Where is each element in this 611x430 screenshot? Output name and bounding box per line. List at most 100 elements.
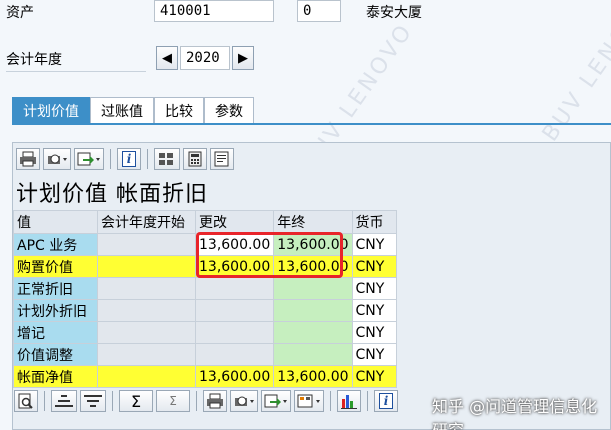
toolbar-separator [110, 149, 111, 169]
toolbar-separator [330, 391, 331, 411]
subtotal-icon: Σ [169, 394, 177, 408]
asset-label: 资产 [6, 5, 34, 21]
watermark-text: 知乎 @问道管理信息化研究 [432, 397, 598, 430]
arrow-left-icon: ◀ [162, 50, 172, 66]
fy-start-cell[interactable] [97, 321, 196, 344]
change-cell[interactable] [194, 343, 275, 366]
fy-start-cell[interactable] [97, 277, 196, 300]
annotation-highlight-box [196, 232, 343, 278]
asset-number-field[interactable]: 410001 [154, 0, 274, 22]
magnifier-icon [18, 393, 33, 409]
sort-descending-icon [84, 395, 102, 407]
column-header-fy-start[interactable]: 会计年度开始 [97, 210, 196, 234]
toolbar-separator [44, 391, 45, 411]
print-icon [207, 393, 223, 409]
export-icon [77, 152, 100, 166]
sort-ascending-button[interactable] [51, 390, 77, 412]
row-label: 帐面净值 [13, 365, 98, 388]
print-preview-icon [235, 396, 254, 406]
toolbar-separator [147, 149, 148, 169]
layout-icon [159, 153, 173, 165]
export-button[interactable] [74, 148, 104, 170]
tab-comparison[interactable]: 比较 [154, 97, 204, 123]
table-header-row: 值 会计年度开始 更改 年终 货币 [13, 210, 397, 234]
calculator-button[interactable] [183, 148, 207, 170]
currency-cell: CNY [351, 277, 397, 300]
row-label: 购置价值 [13, 255, 98, 278]
currency-cell: CNY [351, 343, 397, 366]
fy-start-cell[interactable] [97, 343, 196, 366]
info-icon: i [121, 151, 137, 167]
row-label: 增记 [13, 321, 98, 344]
year-end-cell[interactable] [273, 343, 353, 366]
currency-cell: CNY [351, 299, 397, 322]
currency-cell: CNY [351, 233, 397, 256]
next-year-button[interactable]: ▶ [232, 46, 254, 70]
table-row: 正常折旧 CNY [13, 277, 397, 300]
subtotal-button[interactable]: Σ [156, 390, 190, 412]
year-end-cell[interactable] [273, 277, 353, 300]
info-icon: i [378, 393, 394, 409]
sum-icon: Σ [130, 391, 142, 411]
column-header-year-end[interactable]: 年终 [273, 210, 353, 234]
table-row: 计划外折旧 CNY [13, 299, 397, 322]
graphic-button[interactable] [337, 390, 361, 412]
fy-start-cell[interactable] [97, 299, 196, 322]
tab-parameters[interactable]: 参数 [204, 97, 254, 123]
fiscal-year-label: 会计年度 [6, 49, 146, 72]
currency-cell: CNY [351, 255, 397, 278]
fiscal-year-field[interactable]: 2020 [180, 46, 230, 70]
grid-toolbar: i [16, 148, 234, 170]
previous-year-button[interactable]: ◀ [156, 46, 178, 70]
layout-button-bottom[interactable] [294, 390, 324, 412]
row-label: 正常折旧 [13, 277, 98, 300]
bottom-toolbar: Σ Σ i [14, 390, 398, 412]
info-button-bottom[interactable]: i [374, 390, 398, 412]
year-end-cell[interactable] [273, 321, 353, 344]
export-button-bottom[interactable] [261, 390, 291, 412]
year-end-cell[interactable] [273, 299, 353, 322]
export-icon [264, 394, 287, 408]
notes-icon [214, 151, 229, 167]
arrow-right-icon: ▶ [238, 50, 248, 66]
change-cell[interactable] [194, 277, 275, 300]
panel-title: 计划价值 帐面折旧 [16, 182, 208, 207]
fy-start-cell[interactable] [97, 233, 196, 256]
table-row: 帐面净值 13,600.00 13,600.00 CNY [13, 365, 397, 388]
layout-button[interactable] [154, 148, 180, 170]
change-cell[interactable] [194, 299, 275, 322]
toolbar-separator [196, 391, 197, 411]
row-label: APC 业务 [13, 233, 98, 256]
fy-start-cell[interactable] [97, 365, 196, 388]
total-button[interactable]: Σ [119, 390, 153, 412]
row-label: 计划外折旧 [13, 299, 98, 322]
print-button-bottom[interactable] [203, 390, 227, 412]
sub-number-field[interactable]: 0 [297, 0, 341, 22]
notes-button[interactable] [210, 148, 234, 170]
year-end-cell[interactable]: 13,600.00 [273, 365, 353, 388]
currency-cell: CNY [351, 365, 397, 388]
toolbar-separator [367, 391, 368, 411]
change-cell[interactable] [194, 321, 275, 344]
details-button[interactable] [14, 390, 38, 412]
sort-descending-button[interactable] [80, 390, 106, 412]
change-cell[interactable]: 13,600.00 [194, 365, 275, 388]
print-preview-button[interactable] [43, 148, 71, 170]
tab-strip: 计划价值 过账值 比较 参数 [12, 97, 254, 123]
column-header-change[interactable]: 更改 [194, 210, 275, 234]
tab-posted-values[interactable]: 过账值 [90, 97, 154, 123]
print-icon [20, 151, 36, 167]
layout-icon [297, 394, 320, 408]
currency-cell: CNY [351, 321, 397, 344]
tab-planned-values[interactable]: 计划价值 [12, 97, 90, 123]
sort-ascending-icon [55, 395, 73, 407]
fy-start-cell[interactable] [97, 255, 196, 278]
column-header-currency[interactable]: 货币 [351, 210, 397, 234]
print-preview-button-bottom[interactable] [230, 390, 258, 412]
table-row: 增记 CNY [13, 321, 397, 344]
print-button[interactable] [16, 148, 40, 170]
info-button[interactable]: i [117, 148, 141, 170]
column-header-value[interactable]: 值 [13, 210, 98, 234]
toolbar-separator [112, 391, 113, 411]
tab-underline [12, 123, 611, 125]
